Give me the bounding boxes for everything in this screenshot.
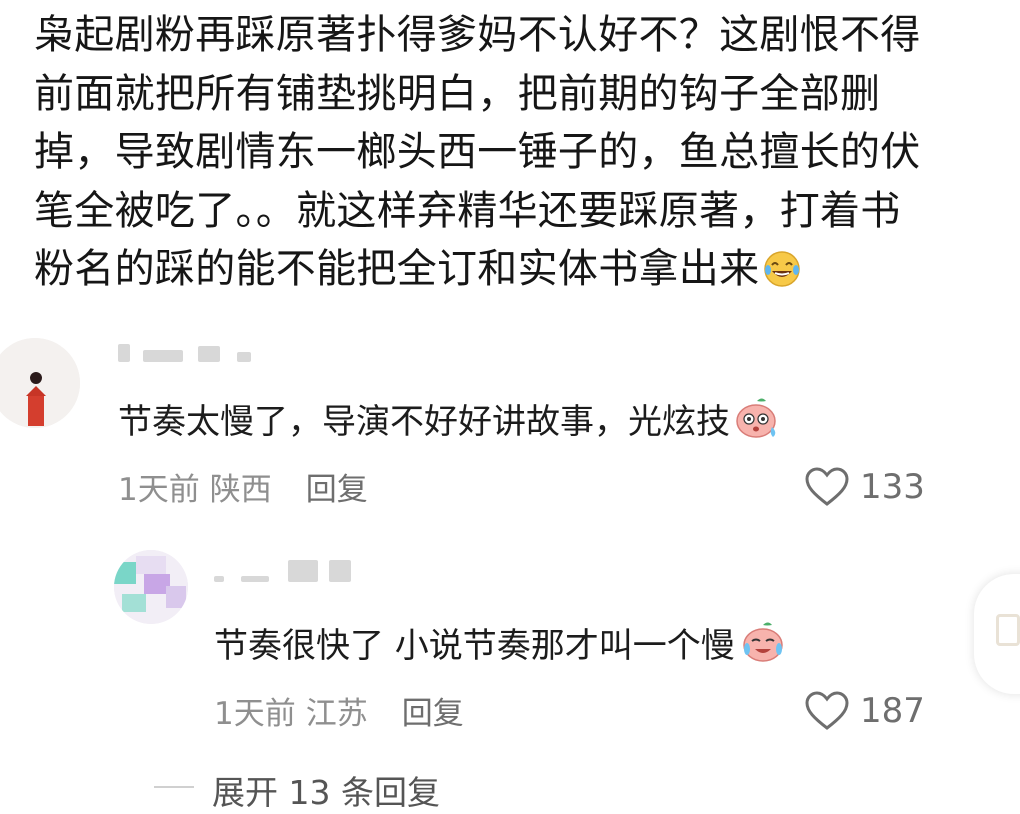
like-count: 187 [860, 691, 925, 731]
divider [154, 786, 194, 788]
avatar[interactable] [0, 338, 80, 428]
post-line-text: 粉名的踩的能不能把全订和实体书拿出来 [34, 246, 760, 292]
laughing-tears-emoji-icon [763, 246, 801, 305]
username-blurred[interactable] [118, 336, 251, 369]
expand-replies-label: 展开 13 条回复 [212, 773, 440, 812]
like-button[interactable]: 187 [804, 690, 925, 732]
expand-replies-button[interactable]: 展开 13 条回复 [154, 766, 440, 814]
post-line: 枭起剧粉再踩原著扑得爹妈不认好不？这剧恨不得 [34, 12, 921, 58]
crying-peach-emoji-icon [739, 621, 787, 672]
post-line: 笔全被吃了。。就这样弃精华还要踩原著，打着书 [34, 187, 901, 234]
comment-location: 江苏 [305, 696, 368, 732]
comment-location: 陕西 [209, 472, 272, 508]
comment-time: 1天前 [118, 472, 200, 508]
comment-meta: 1天前 陕西 回复 [118, 464, 378, 509]
side-note-tab[interactable] [974, 574, 1020, 694]
heart-icon [805, 467, 849, 506]
like-button[interactable]: 133 [804, 466, 925, 508]
note-icon [996, 614, 1020, 646]
comment-text: 节奏太慢了，导演不好好讲故事，光炫技 [118, 394, 780, 448]
post-text: 枭起剧粉再踩原著扑得爹妈不认好不？这剧恨不得 前面就把所有铺垫挑明白，把前期的钩… [34, 6, 984, 305]
heart-icon [805, 691, 849, 730]
comment-meta: 1天前 江苏 回复 [214, 688, 474, 733]
post-line-last: 粉名的踩的能不能把全订和实体书拿出来 [34, 240, 984, 305]
like-count: 133 [860, 467, 925, 507]
reply-button[interactable]: 回复 [402, 696, 464, 732]
username-blurred[interactable] [214, 556, 351, 589]
sweating-peach-emoji-icon [734, 397, 780, 448]
comment-time: 1天前 [214, 696, 296, 732]
avatar[interactable] [114, 550, 188, 624]
comment-text-content: 节奏太慢了，导演不好好讲故事，光炫技 [118, 402, 730, 442]
post-line: 前面就把所有铺垫挑明白，把前期的钩子全部删 [34, 70, 881, 117]
post-line: 掉，导致剧情东一榔头西一锤子的，鱼总擅长的伏 [34, 129, 921, 175]
comment-text: 节奏很快了 小说节奏那才叫一个慢 [214, 618, 787, 672]
comment-text-content: 节奏很快了 小说节奏那才叫一个慢 [214, 626, 735, 666]
reply-button[interactable]: 回复 [306, 472, 368, 508]
